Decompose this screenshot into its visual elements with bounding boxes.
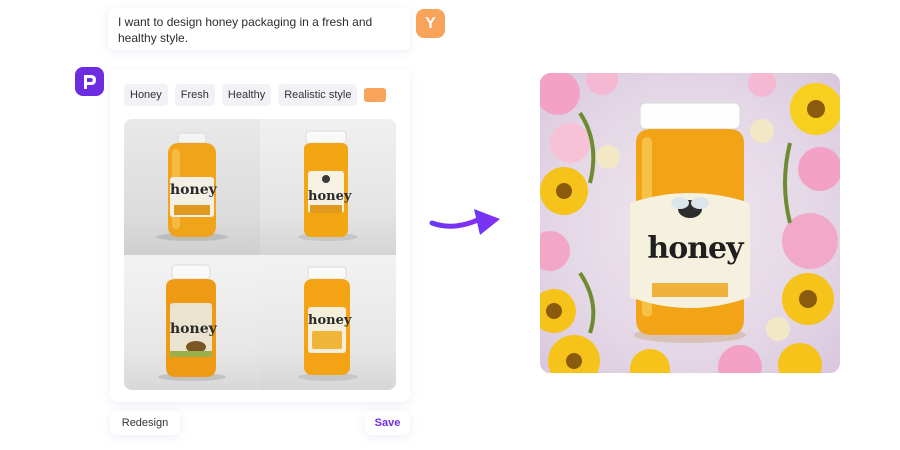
tag-honey[interactable]: Honey — [124, 84, 168, 106]
tag-realistic-style[interactable]: Realistic style — [278, 84, 358, 106]
image-tile-3[interactable]: honey — [124, 254, 260, 390]
app-logo-icon — [75, 67, 104, 96]
save-button[interactable]: Save — [365, 411, 410, 435]
result-panel: Honey Fresh Healthy Realistic style hone… — [110, 70, 410, 402]
prompt-text: I want to design honey packaging in a fr… — [118, 15, 373, 45]
color-swatch[interactable] — [364, 88, 387, 102]
image-tile-1[interactable]: honey — [124, 119, 260, 255]
tile-2-jar-text: honey — [308, 189, 352, 204]
tag-fresh[interactable]: Fresh — [174, 84, 215, 106]
tile-3-jar-text: honey — [170, 320, 217, 337]
generated-hero-image[interactable]: honey — [540, 73, 840, 373]
tag-row: Honey Fresh Healthy Realistic style — [124, 84, 387, 106]
hero-jar-text: honey — [647, 231, 743, 266]
user-avatar[interactable]: Y — [416, 9, 445, 38]
image-tile-2[interactable]: honey — [260, 119, 396, 255]
image-grid: honey honey honey honey — [124, 119, 396, 390]
arrow-right-icon — [429, 209, 500, 235]
tile-1-jar-text: honey — [170, 182, 217, 198]
image-tile-4[interactable]: honey — [260, 254, 396, 390]
redesign-button[interactable]: Redesign — [110, 411, 180, 435]
tag-healthy[interactable]: Healthy — [221, 84, 272, 106]
tile-4-jar-text: honey — [308, 312, 352, 328]
prompt-bubble: I want to design honey packaging in a fr… — [108, 8, 410, 50]
